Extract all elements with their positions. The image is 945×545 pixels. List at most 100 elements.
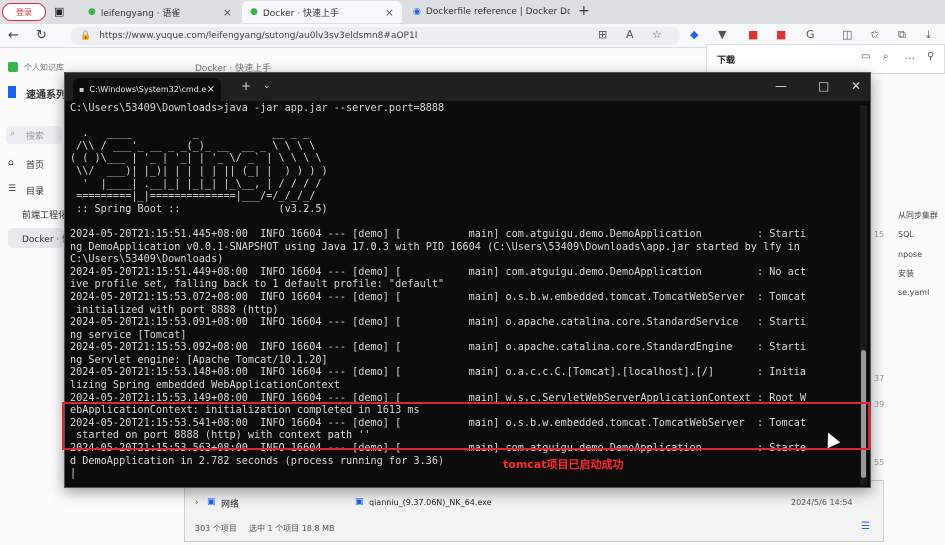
- console-line: 2024-05-20T21:15:51.445+08:00 INFO 16604…: [70, 228, 807, 240]
- favorites-icon[interactable]: ✩: [870, 28, 879, 41]
- console-line: ng DemoApplication v0.0.1-SNAPSHOT using…: [70, 241, 800, 253]
- sidebar-item-frontend[interactable]: 前端工程化: [22, 208, 67, 221]
- close-window-icon[interactable]: ✕: [851, 79, 861, 93]
- new-tab-button[interactable]: +: [578, 3, 590, 19]
- network-item[interactable]: 网络: [221, 497, 239, 510]
- pin-icon[interactable]: ⚲: [927, 51, 934, 62]
- yuque-icon: ●: [250, 7, 258, 17]
- toc-right-item-2[interactable]: SQL: [898, 230, 914, 239]
- extension-icon[interactable]: ◆: [690, 28, 698, 41]
- filter-icon[interactable]: ▼: [718, 28, 726, 41]
- annotation-text: tomcat项目已启动成功: [503, 458, 624, 471]
- line-number: 39: [874, 400, 885, 409]
- tab-dockerfile-reference[interactable]: ◉ Dockerfile reference | Docker Do ×: [405, 1, 570, 23]
- search-icon[interactable]: ⌕: [883, 51, 889, 62]
- close-icon[interactable]: ×: [385, 6, 394, 19]
- tab-docker-quickstart[interactable]: ● Docker · 快速上手 ×: [242, 1, 402, 23]
- login-label: 登录: [16, 7, 32, 17]
- terminal-titlebar: ▪ C:\Windows\System32\cmd.e × + ⌄ — □ ✕: [65, 73, 870, 101]
- extension-g-icon[interactable]: G: [806, 28, 815, 41]
- downloads-icon[interactable]: ⤓: [926, 28, 931, 42]
- toc-right-item-1[interactable]: 从同步集群: [898, 210, 938, 221]
- kb-title[interactable]: 速通系列: [26, 86, 66, 101]
- console-line: C:\Users\53409\Downloads>java -jar app.j…: [70, 103, 445, 114]
- url-field[interactable]: 🔒 https://www.yuque.com/leifengyang/suto…: [70, 27, 680, 45]
- line-number: 37: [874, 374, 885, 383]
- nav-toc[interactable]: 目录: [26, 184, 44, 197]
- read-aloud-icon[interactable]: A: [626, 28, 634, 41]
- console-line: 2024-05-20T21:15:53.091+08:00 INFO 16604…: [70, 317, 807, 329]
- close-icon[interactable]: ×: [223, 6, 232, 19]
- extension-red-icon[interactable]: ■: [748, 28, 758, 41]
- browser-tab-strip: 登录 ▣ ● leifengyang · 语雀 × ● Docker · 快速上…: [0, 0, 945, 24]
- terminal-tab-title: C:\Windows\System32\cmd.e: [89, 85, 207, 94]
- tab-label: leifengyang · 语雀: [100, 8, 181, 19]
- console-line: ' |____| .__|_| |_|_| |_\__, | / / / /: [70, 178, 322, 190]
- console-line: |: [70, 468, 77, 480]
- highlight-box: [62, 402, 870, 450]
- read-mode-icon[interactable]: ⊞: [598, 28, 607, 41]
- lock-icon: 🔒: [80, 31, 92, 41]
- refresh-icon[interactable]: ↻: [36, 28, 47, 43]
- console-line: =========|_|==============|___/=/_/_/_/: [70, 191, 316, 203]
- favorite-icon[interactable]: ☆: [652, 28, 662, 41]
- toc-right-item-3[interactable]: npose: [898, 250, 922, 259]
- nav-home[interactable]: 首页: [26, 158, 44, 171]
- console-line: 2024-05-20T21:15:53.148+08:00 INFO 16604…: [70, 367, 807, 379]
- breadcrumb-space[interactable]: 个人知识库: [24, 62, 64, 73]
- line-number: 55: [874, 458, 885, 467]
- console-line: lizing Spring embedded WebApplicationCon…: [70, 380, 340, 392]
- tab-actions-icon[interactable]: ▣: [54, 5, 64, 18]
- new-terminal-tab-button[interactable]: +: [241, 79, 251, 93]
- back-icon[interactable]: ←: [8, 28, 19, 43]
- status-count: 303 个项目: [195, 524, 237, 533]
- login-button[interactable]: 登录: [2, 3, 46, 21]
- file-name[interactable]: qianniu_(9.37.06N)_NK_64.exe: [369, 498, 492, 507]
- console-line: /\\ / ___'_ __ _ _(_)_ __ __ _ \ \ \ \: [70, 140, 316, 152]
- more-icon[interactable]: …: [905, 51, 915, 62]
- console-line: :: Spring Boot :: (v3.2.5): [70, 203, 328, 215]
- search-input[interactable]: ⌕ 搜索: [6, 126, 62, 144]
- split-screen-icon[interactable]: ◫: [842, 28, 852, 41]
- tab-label: Dockerfile reference | Docker Do: [425, 7, 570, 17]
- console-line: \\/ ___)| |_)| | | | | || (_| | ) ) ) ): [70, 165, 328, 177]
- file-date: 2024/5/6 14:54: [791, 498, 853, 507]
- toc-right-item-4[interactable]: 安装: [898, 268, 914, 279]
- console-line: d DemoApplication in 2.782 seconds (proc…: [70, 455, 445, 467]
- home-icon: ⌂: [8, 158, 14, 168]
- details-view-icon[interactable]: ☰: [861, 521, 870, 532]
- open-folder-icon[interactable]: ▭: [861, 51, 870, 62]
- sidebar-item-docker[interactable]: Docker · 快: [8, 228, 71, 248]
- yuque-icon: ●: [88, 7, 96, 17]
- console-line: initialized with port 8888 (http): [70, 304, 279, 316]
- tab-leifengyang[interactable]: ● leifengyang · 语雀 ×: [80, 1, 240, 23]
- search-placeholder: 搜索: [26, 132, 45, 142]
- docker-icon: ◉: [413, 7, 421, 17]
- console-line: . ____ _ __ _ _: [70, 128, 310, 140]
- chevron-right-icon[interactable]: ›: [195, 498, 199, 508]
- extension-pdf-icon[interactable]: ■: [776, 28, 786, 41]
- toc-right-item-5[interactable]: se.yaml: [898, 288, 929, 297]
- terminal-tab[interactable]: ▪ C:\Windows\System32\cmd.e ×: [73, 78, 221, 101]
- console-line: 2024-05-20T21:15:51.449+08:00 INFO 16604…: [70, 266, 807, 278]
- status-selected: 选中 1 个项目 18.8 MB: [249, 524, 335, 533]
- kb-book-icon: [8, 86, 16, 98]
- console-line: ng service [Tomcat]: [70, 329, 187, 341]
- file-explorer-window: › ▣ 网络 ▣ qianniu_(9.37.06N)_NK_64.exe 20…: [184, 480, 884, 542]
- downloads-panel: 下载 ▭ ⌕ … ⚲: [706, 44, 945, 74]
- maximize-icon[interactable]: □: [818, 79, 829, 93]
- close-icon[interactable]: ×: [207, 84, 215, 95]
- console-line: ive profile set, falling back to 1 defau…: [70, 279, 445, 291]
- console-line: C:\Users\53409\Downloads): [70, 254, 224, 266]
- console-line: 2024-05-20T21:15:53.092+08:00 INFO 16604…: [70, 342, 807, 354]
- url-text: https://www.yuque.com/leifengyang/sutong…: [99, 31, 418, 41]
- network-icon: ▣: [207, 497, 216, 507]
- search-icon: ⌕: [10, 129, 16, 139]
- downloads-title: 下载: [717, 56, 736, 66]
- yuque-logo-icon: [8, 62, 18, 72]
- minimize-icon[interactable]: —: [775, 79, 787, 93]
- collections-icon[interactable]: ⧉: [898, 28, 906, 42]
- chevron-down-icon[interactable]: ⌄: [263, 81, 271, 91]
